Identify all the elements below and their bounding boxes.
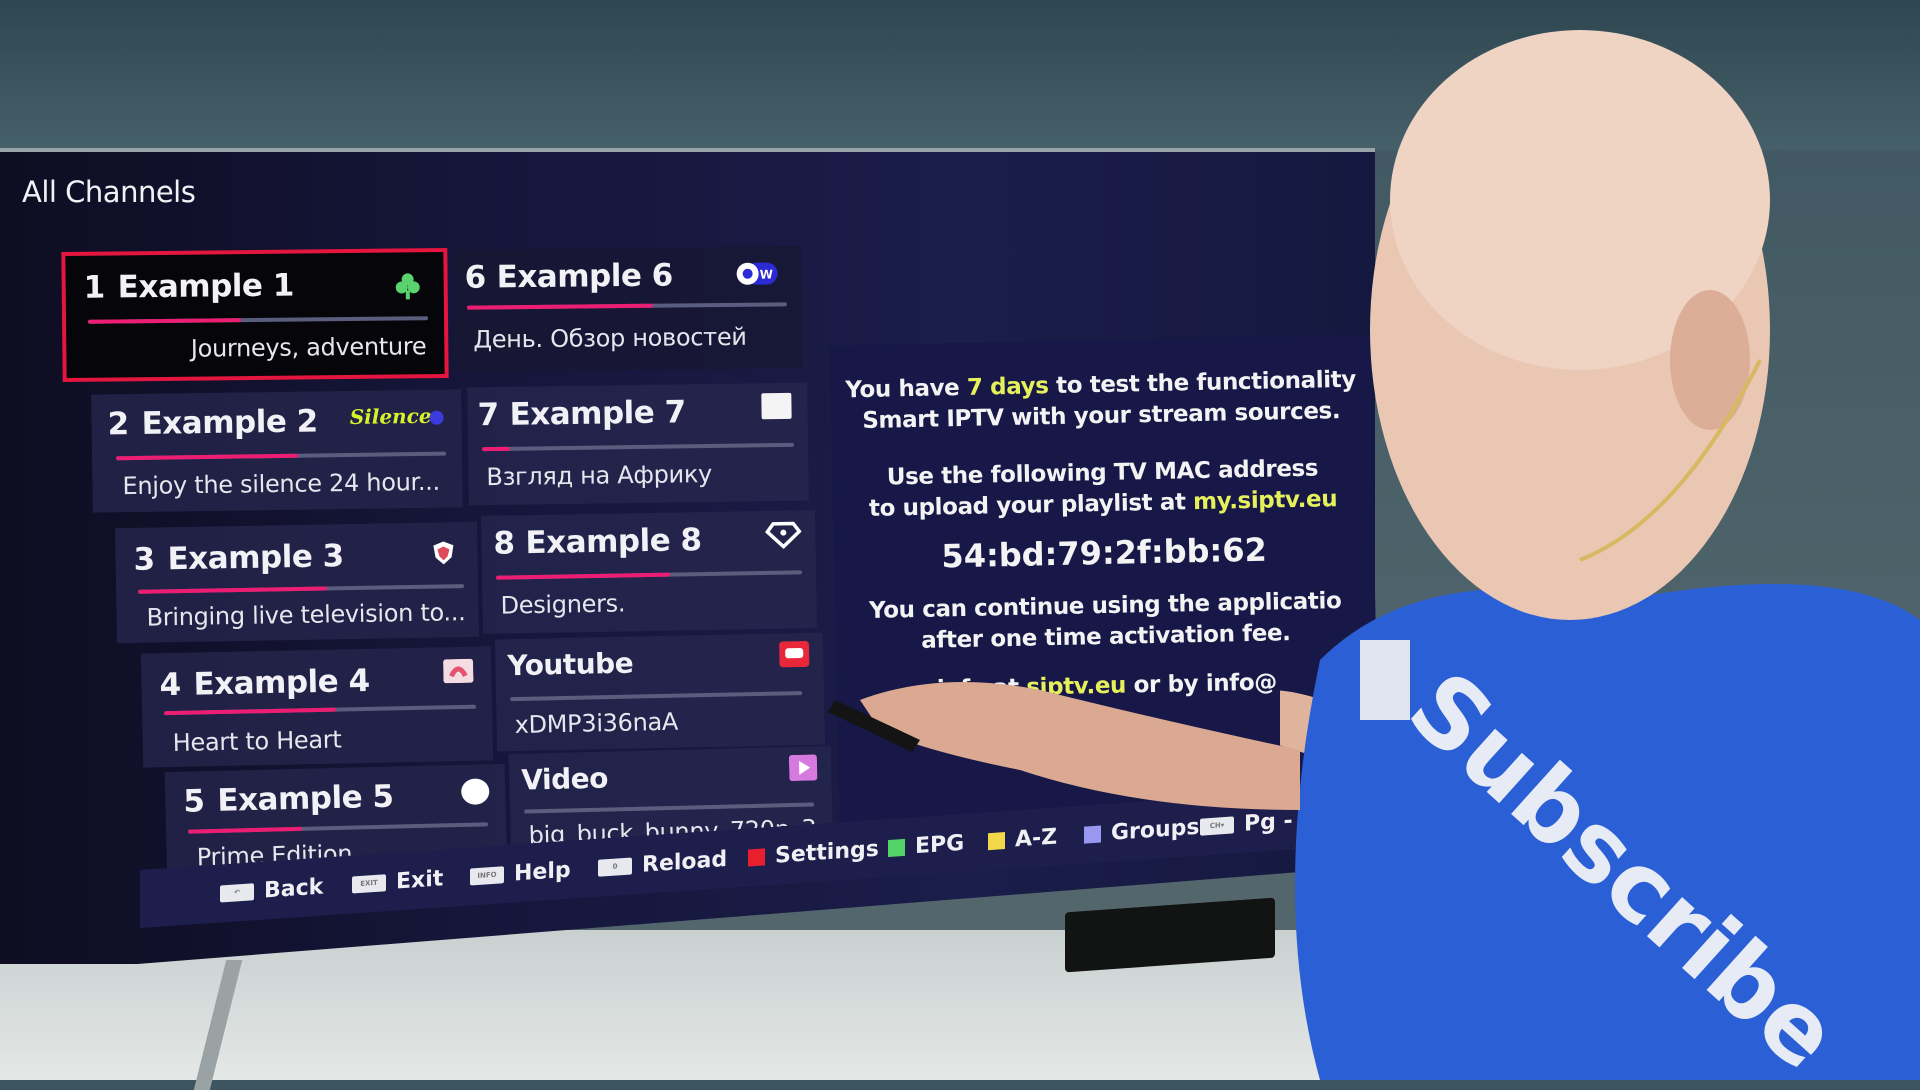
channel-number: 1 — [84, 270, 106, 306]
channel-name: Example 3 — [167, 538, 344, 577]
channel-name: Example 1 — [118, 268, 294, 306]
progress-fill — [164, 708, 336, 716]
channel-name: Example 5 — [217, 779, 394, 819]
svg-text:W: W — [760, 267, 773, 281]
video-play-icon — [789, 754, 818, 785]
channel-number: 7 — [477, 397, 499, 433]
channel-card[interactable]: 8 Example 8 Designers. — [481, 510, 817, 634]
channel-program: Взгляд на Африку — [486, 460, 712, 491]
progress-track — [467, 302, 787, 309]
blue-key-icon — [1084, 825, 1101, 843]
channel-number: 4 — [159, 667, 181, 703]
progress-track — [88, 316, 428, 324]
channel-program: Heart to Heart — [172, 725, 341, 757]
channel-program: День. Обзор новостей — [473, 323, 747, 354]
channel-card[interactable]: 4 Example 4 Heart to Heart — [141, 646, 493, 767]
channel-card[interactable]: 7 Example 7 Взгляд на Африку — [467, 383, 809, 506]
channel-program: Journeys, adventure — [191, 332, 427, 362]
channel-number: 2 — [107, 406, 129, 442]
channel-card[interactable]: 2 Example 2 Silence Enjoy the silence 24… — [91, 389, 463, 512]
progress-track — [482, 443, 794, 451]
exit-key-icon: EXIT — [352, 874, 386, 893]
zero-key-icon: 0 — [598, 857, 632, 876]
progress-track — [510, 691, 802, 701]
channel-name: Youtube — [507, 647, 633, 683]
progress-fill — [88, 318, 241, 324]
hint-help[interactable]: INFOHelp — [470, 841, 571, 906]
hint-back[interactable]: ↶Back — [220, 858, 323, 923]
hint-epg[interactable]: EPG — [888, 814, 964, 877]
progress-track — [164, 705, 476, 716]
diamond-logo-icon — [765, 520, 802, 553]
silence-logo-icon: Silence — [350, 404, 444, 429]
back-key-icon: ↶ — [220, 883, 254, 902]
trial-days: 7 days — [967, 373, 1049, 401]
channel-name: Example 7 — [509, 394, 686, 432]
progress-track — [188, 822, 488, 833]
channel-name: Example 8 — [525, 522, 702, 561]
red-key-icon — [748, 848, 765, 866]
channel-number: 6 — [464, 259, 486, 295]
presenter-hand — [820, 660, 1300, 820]
channel-name: Example 6 — [496, 258, 672, 296]
heart-logo-icon — [443, 659, 474, 688]
channel-card[interactable]: 1 Example 1 Journeys, adventure — [61, 248, 448, 382]
progress-fill — [496, 573, 670, 580]
progress-track — [116, 452, 446, 461]
channel-number: 3 — [133, 541, 155, 577]
progress-track — [524, 803, 814, 814]
green-key-icon — [888, 838, 905, 856]
hint-reload[interactable]: 0Reload — [598, 830, 727, 897]
hint-exit[interactable]: EXITExit — [352, 849, 443, 913]
channel-program: xDMP3i36naA — [514, 708, 678, 739]
shield-logo-icon — [431, 540, 456, 570]
yellow-key-icon — [988, 832, 1005, 850]
page-title: All Channels — [22, 175, 195, 209]
circle-logo-icon — [461, 778, 490, 805]
channel-program: Designers. — [500, 589, 625, 619]
channel-card[interactable]: Youtube xDMP3i36naA — [495, 633, 825, 752]
channel-name: Example 4 — [193, 663, 370, 703]
progress-fill — [482, 447, 510, 451]
dw-logo-icon: W — [736, 260, 780, 290]
info-key-icon: INFO — [470, 866, 504, 885]
progress-fill — [467, 304, 653, 310]
channel-number: 8 — [493, 525, 515, 561]
hint-settings[interactable]: Settings — [748, 820, 879, 887]
channel-card[interactable]: 3 Example 3 Bringing live television to.… — [115, 522, 479, 643]
channel-program: Enjoy the silence 24 hour... — [122, 468, 440, 500]
progress-fill — [116, 454, 298, 461]
youtube-logo-icon — [779, 641, 810, 672]
channel-program: Bringing live television to... — [146, 598, 465, 632]
channel-name: Video — [521, 762, 608, 797]
channel-card[interactable]: 6 Example 6 W День. Обзор новостей — [454, 246, 802, 372]
square-logo-icon — [761, 393, 791, 419]
progress-fill — [138, 586, 327, 593]
presenter-person: Subscribe — [1280, 0, 1920, 1080]
clover-logo-icon — [394, 270, 422, 304]
progress-track — [138, 584, 464, 594]
progress-track — [496, 570, 802, 579]
channel-name: Example 2 — [141, 403, 318, 441]
progress-fill — [188, 827, 302, 834]
channel-number: 5 — [183, 783, 205, 820]
